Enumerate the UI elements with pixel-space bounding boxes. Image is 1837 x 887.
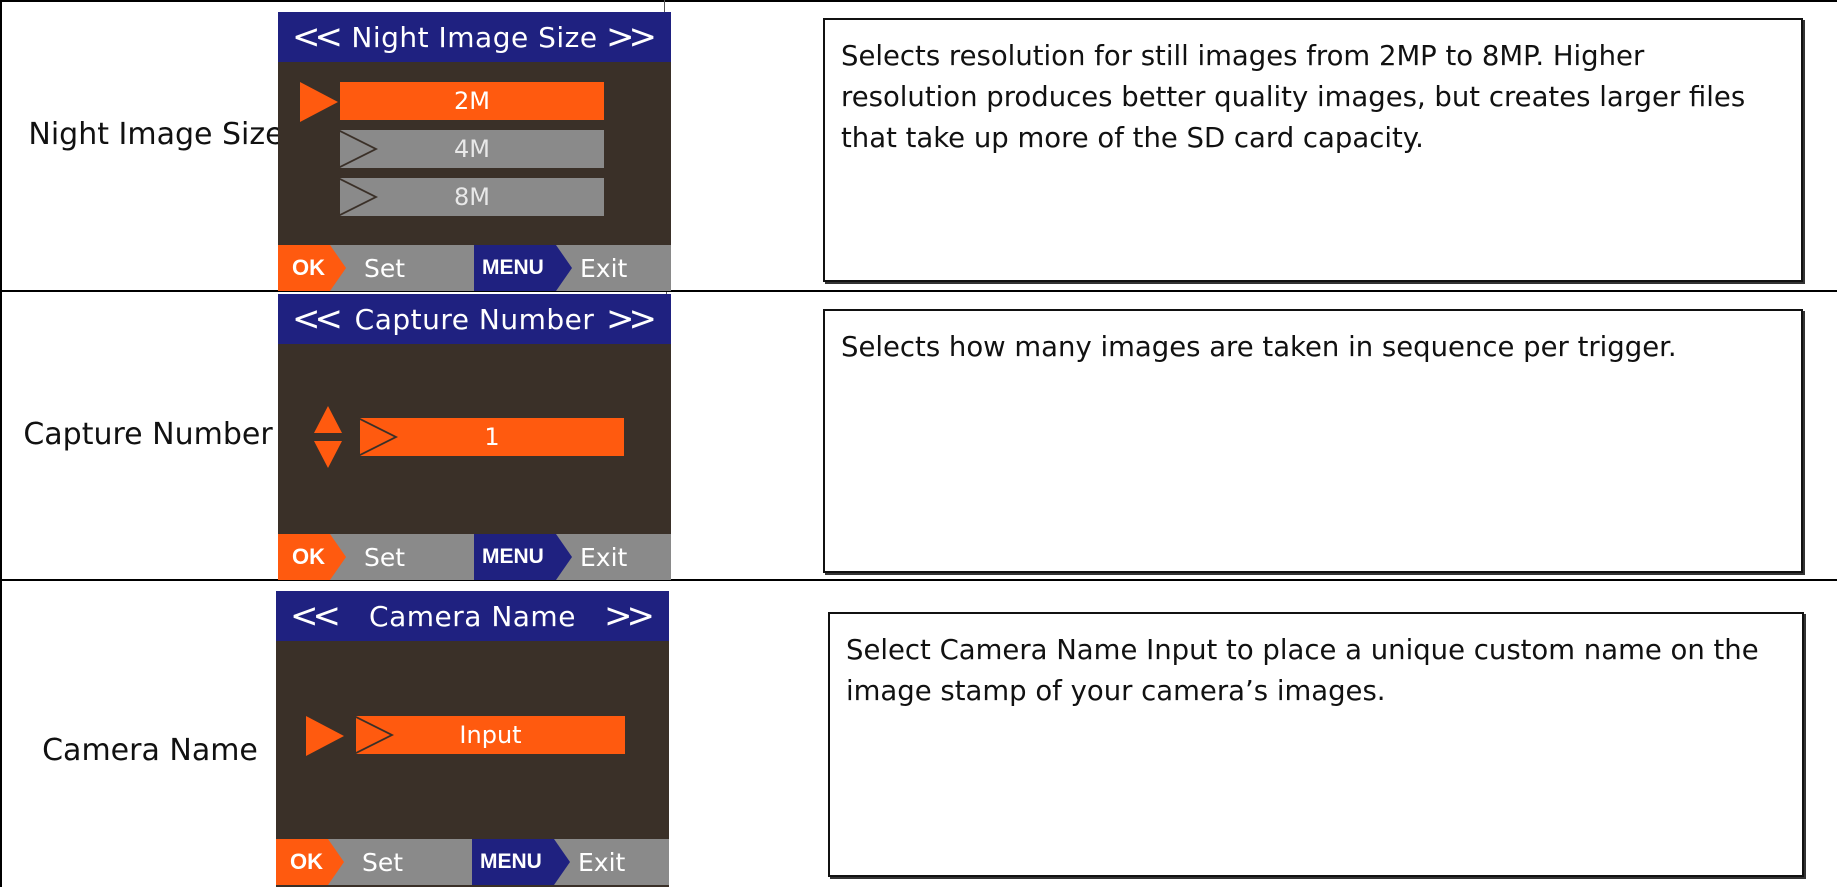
chevron-left-icon[interactable]: << [292,12,343,62]
option-label: Input [459,721,522,749]
description-text: Selects how many images are taken in seq… [841,331,1677,363]
screen-footer: OK Set MENU Exit [278,534,671,580]
set-label: Set [364,253,406,283]
screen-title: Night Image Size [351,20,598,54]
row-label-capture-number: Capture Number [8,412,288,458]
screen-title-bar: << Camera Name >> [276,591,669,641]
exit-label: Exit [578,847,626,877]
ok-button[interactable]: OK [278,245,330,291]
option-label: 8M [454,183,490,211]
description-box: Selects resolution for still images from… [823,18,1803,282]
set-label: Set [362,847,404,877]
table-left-border [0,0,2,887]
ok-button[interactable]: OK [278,534,330,580]
selection-pointer-icon [300,82,338,122]
row-label-text: Capture Number [23,417,273,452]
selection-pointer-icon [306,716,344,756]
menu-arrow-icon [556,245,572,291]
chevron-right-icon [360,418,398,456]
set-label: Set [364,542,406,572]
chevron-right-icon[interactable]: >> [606,294,657,344]
camera-screen-camera-name: << Camera Name >> Input OK Set MENU Exit [276,591,669,887]
menu-arrow-icon [556,534,572,580]
screen-footer: OK Set MENU Exit [276,839,669,885]
chevron-right-icon [340,82,378,120]
row-label-text: Night Image Size [28,117,284,152]
menu-button[interactable]: MENU [474,245,556,291]
row-label-night-image-size: Night Image Size [16,112,296,158]
screen-title: Capture Number [354,302,595,336]
option-label: 2M [454,87,490,115]
option-2m[interactable]: 2M [340,82,604,120]
ok-arrow-icon [330,245,346,291]
chevron-left-icon[interactable]: << [290,591,341,641]
screen-title-bar: << Capture Number >> [278,294,671,344]
up-down-arrows-icon[interactable] [314,406,342,468]
ok-button[interactable]: OK [276,839,328,885]
camera-screen-night-image-size: << Night Image Size >> 2M 4M 8M OK Set M… [278,12,671,291]
camera-screen-capture-number: << Capture Number >> 1 OK Set MENU Exit [278,294,671,580]
table-top-border [0,0,1837,2]
description-text: Select Camera Name Input to place a uniq… [846,634,1759,707]
option-label: 4M [454,135,490,163]
chevron-right-icon[interactable]: >> [604,591,655,641]
description-text: Selects resolution for still images from… [841,40,1746,154]
chevron-right-icon [340,178,378,216]
menu-button[interactable]: MENU [474,534,556,580]
chevron-right-icon[interactable]: >> [606,12,657,62]
row-divider [0,579,1837,581]
option-4m[interactable]: 4M [340,130,604,168]
row-label-text: Camera Name [42,733,258,768]
chevron-right-icon [340,130,378,168]
option-input[interactable]: Input [356,716,625,754]
description-box: Selects how many images are taken in seq… [823,309,1803,573]
chevron-left-icon[interactable]: << [292,294,343,344]
screen-footer: OK Set MENU Exit [278,245,671,291]
exit-label: Exit [580,253,628,283]
menu-button[interactable]: MENU [472,839,554,885]
row-label-camera-name: Camera Name [10,728,290,774]
exit-label: Exit [580,542,628,572]
description-box: Select Camera Name Input to place a uniq… [828,612,1804,877]
screen-title: Camera Name [369,599,576,633]
value-label: 1 [484,423,500,451]
option-8m[interactable]: 8M [340,178,604,216]
chevron-right-icon [356,716,394,754]
ok-arrow-icon [330,534,346,580]
menu-arrow-icon [554,839,570,885]
screen-title-bar: << Night Image Size >> [278,12,671,62]
ok-arrow-icon [328,839,344,885]
capture-number-value[interactable]: 1 [360,418,624,456]
row-divider [0,290,1837,292]
